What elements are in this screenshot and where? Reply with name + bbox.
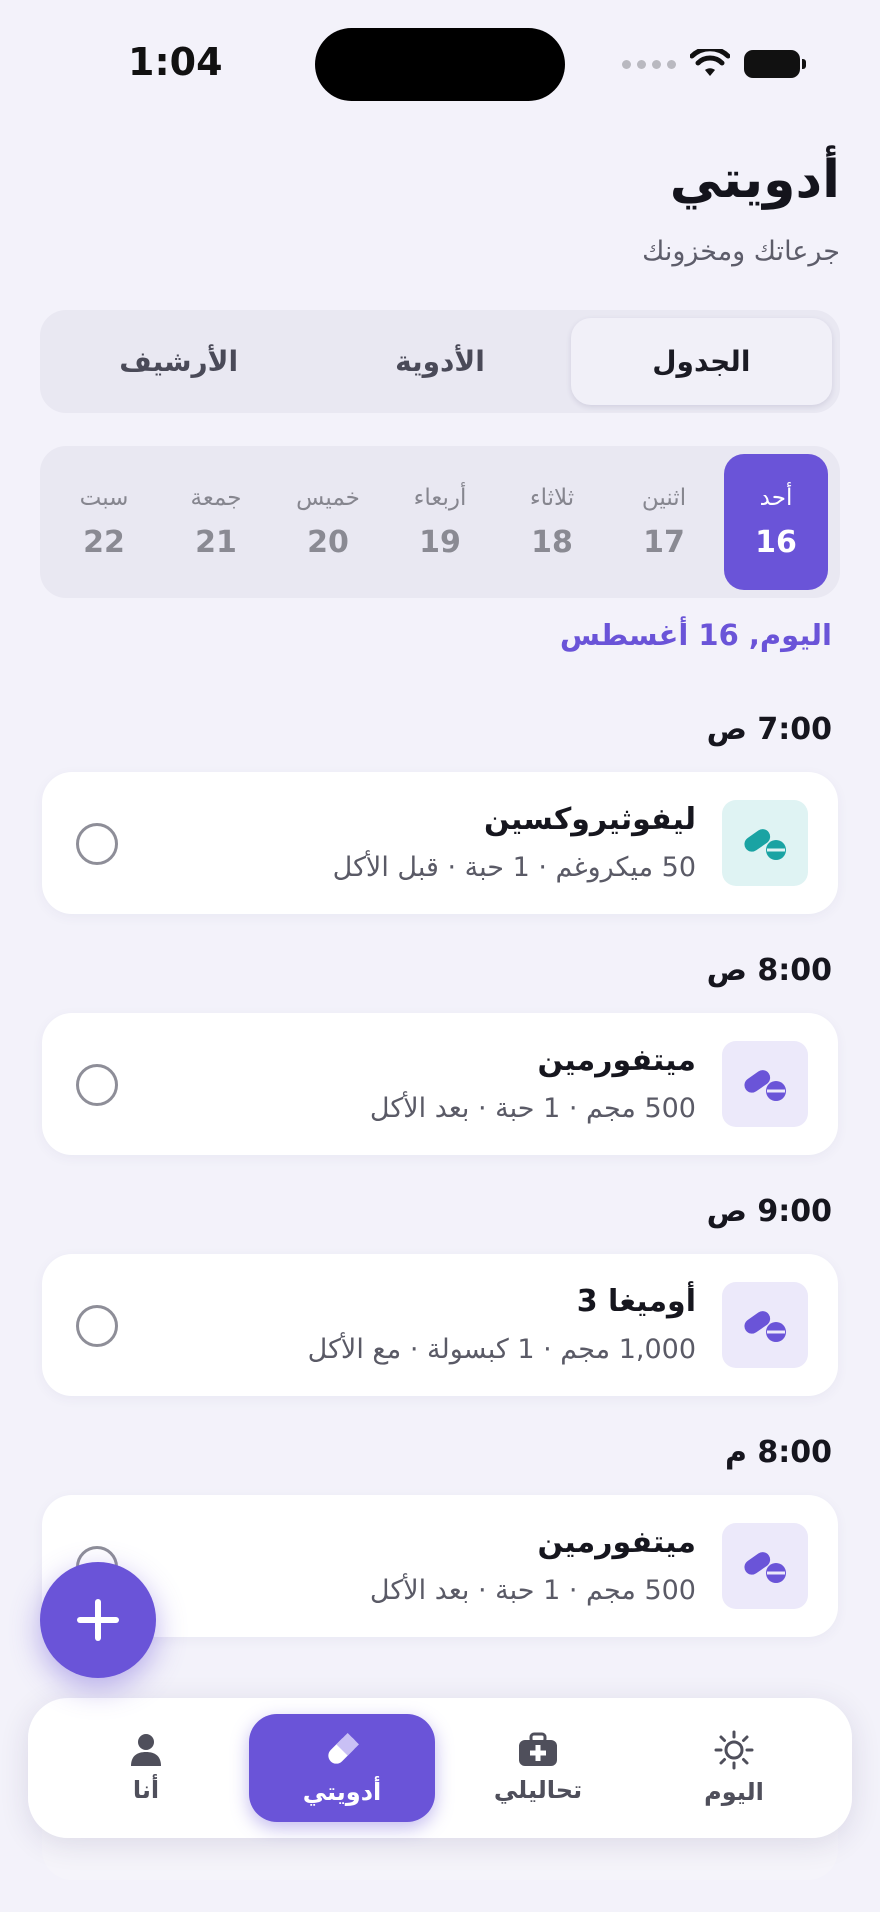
dose-card[interactable]: ميتفورمين 500 مجم · 1 حبة · بعد الأكل <box>42 1013 838 1155</box>
battery-icon <box>744 50 806 78</box>
day-name: خميس <box>296 484 360 511</box>
medication-name: ميتفورمين <box>537 1525 696 1560</box>
pill-icon <box>328 1733 359 1764</box>
selected-date-label: اليوم, 16 أغسطس <box>559 618 832 652</box>
tab-today[interactable]: اليوم <box>641 1714 827 1822</box>
day-wed[interactable]: أربعاء 19 <box>388 454 492 590</box>
tab-my-medications[interactable]: أدويتي <box>249 1714 435 1822</box>
tab-label: أنا <box>132 1776 160 1804</box>
pills-icon <box>722 1041 808 1127</box>
day-mon[interactable]: اثنين 17 <box>612 454 716 590</box>
day-number: 20 <box>307 524 349 560</box>
dose-card[interactable]: ليفوثيروكسين 50 ميكروغم · 1 حبة · قبل ال… <box>42 772 838 914</box>
tab-label: اليوم <box>704 1778 764 1806</box>
segment-schedule[interactable]: الجدول <box>570 318 832 405</box>
day-name: ثلاثاء <box>529 484 575 511</box>
dose-card[interactable]: ميتفورمين 500 مجم · 1 حبة · بعد الأكل <box>42 1495 838 1637</box>
wifi-icon <box>690 49 730 76</box>
day-number: 21 <box>195 524 237 560</box>
day-name: أحد <box>759 484 793 511</box>
status-bar: 1:04 <box>0 0 880 120</box>
dynamic-island <box>315 28 565 101</box>
pills-icon <box>722 1523 808 1609</box>
dose-time-heading: 8:00 م <box>724 1435 832 1470</box>
page-subtitle: جرعاتك ومخزونك <box>642 236 840 267</box>
tab-tests[interactable]: تحاليلي <box>445 1714 631 1822</box>
mark-taken-checkbox[interactable] <box>76 1064 118 1106</box>
tab-label: أدويتي <box>302 1778 382 1806</box>
pills-icon <box>722 800 808 886</box>
segment-archive[interactable]: الأرشيف <box>48 318 309 405</box>
day-name: أربعاء <box>413 484 467 511</box>
medical-kit-icon <box>519 1732 557 1766</box>
medication-name: ليفوثيروكسين <box>484 802 696 837</box>
day-number: 22 <box>83 524 125 560</box>
status-time: 1:04 <box>128 40 223 84</box>
day-number: 16 <box>755 524 797 560</box>
day-tue[interactable]: ثلاثاء 18 <box>500 454 604 590</box>
day-name: اثنين <box>641 484 687 511</box>
day-number: 17 <box>643 524 685 560</box>
day-number: 19 <box>419 524 461 560</box>
medication-name: ميتفورمين <box>537 1043 696 1078</box>
day-thu[interactable]: خميس 20 <box>276 454 380 590</box>
dose-details: 1,000 مجم · 1 كبسولة · مع الأكل <box>307 1334 696 1365</box>
dose-time-heading: 9:00 ص <box>706 1194 832 1229</box>
pills-icon <box>722 1282 808 1368</box>
bottom-tab-bar: اليوم تحاليلي أدويتي أنا <box>28 1698 852 1838</box>
dose-time-heading: 7:00 ص <box>706 712 832 747</box>
signal-icon <box>622 59 676 69</box>
week-day-strip: أحد 16 اثنين 17 ثلاثاء 18 أربعاء 19 خميس… <box>40 446 840 598</box>
dose-details: 500 مجم · 1 حبة · بعد الأكل <box>369 1575 696 1606</box>
segment-medications[interactable]: الأدوية <box>309 318 570 405</box>
day-name: سبت <box>79 484 129 511</box>
page-title: أدويتي <box>669 150 840 210</box>
mark-taken-checkbox[interactable] <box>76 1305 118 1347</box>
tab-profile[interactable]: أنا <box>53 1714 239 1822</box>
status-icons <box>622 44 806 84</box>
medication-name: أوميغا 3 <box>576 1284 696 1319</box>
dose-details: 50 ميكروغم · 1 حبة · قبل الأكل <box>332 852 696 883</box>
sun-icon <box>714 1730 754 1770</box>
plus-icon <box>77 1599 119 1641</box>
day-name: جمعة <box>190 484 242 511</box>
day-number: 18 <box>531 524 573 560</box>
dose-time-heading: 8:00 ص <box>706 953 832 988</box>
day-sun[interactable]: أحد 16 <box>724 454 828 590</box>
day-fri[interactable]: جمعة 21 <box>164 454 268 590</box>
tab-label: تحاليلي <box>493 1776 583 1804</box>
day-sat[interactable]: سبت 22 <box>52 454 156 590</box>
view-segmented-control: الجدول الأدوية الأرشيف <box>40 310 840 413</box>
person-icon <box>131 1734 161 1766</box>
dose-details: 500 مجم · 1 حبة · بعد الأكل <box>369 1093 696 1124</box>
add-medication-button[interactable] <box>40 1562 156 1678</box>
dose-card[interactable]: أوميغا 3 1,000 مجم · 1 كبسولة · مع الأكل <box>42 1254 838 1396</box>
mark-taken-checkbox[interactable] <box>76 823 118 865</box>
